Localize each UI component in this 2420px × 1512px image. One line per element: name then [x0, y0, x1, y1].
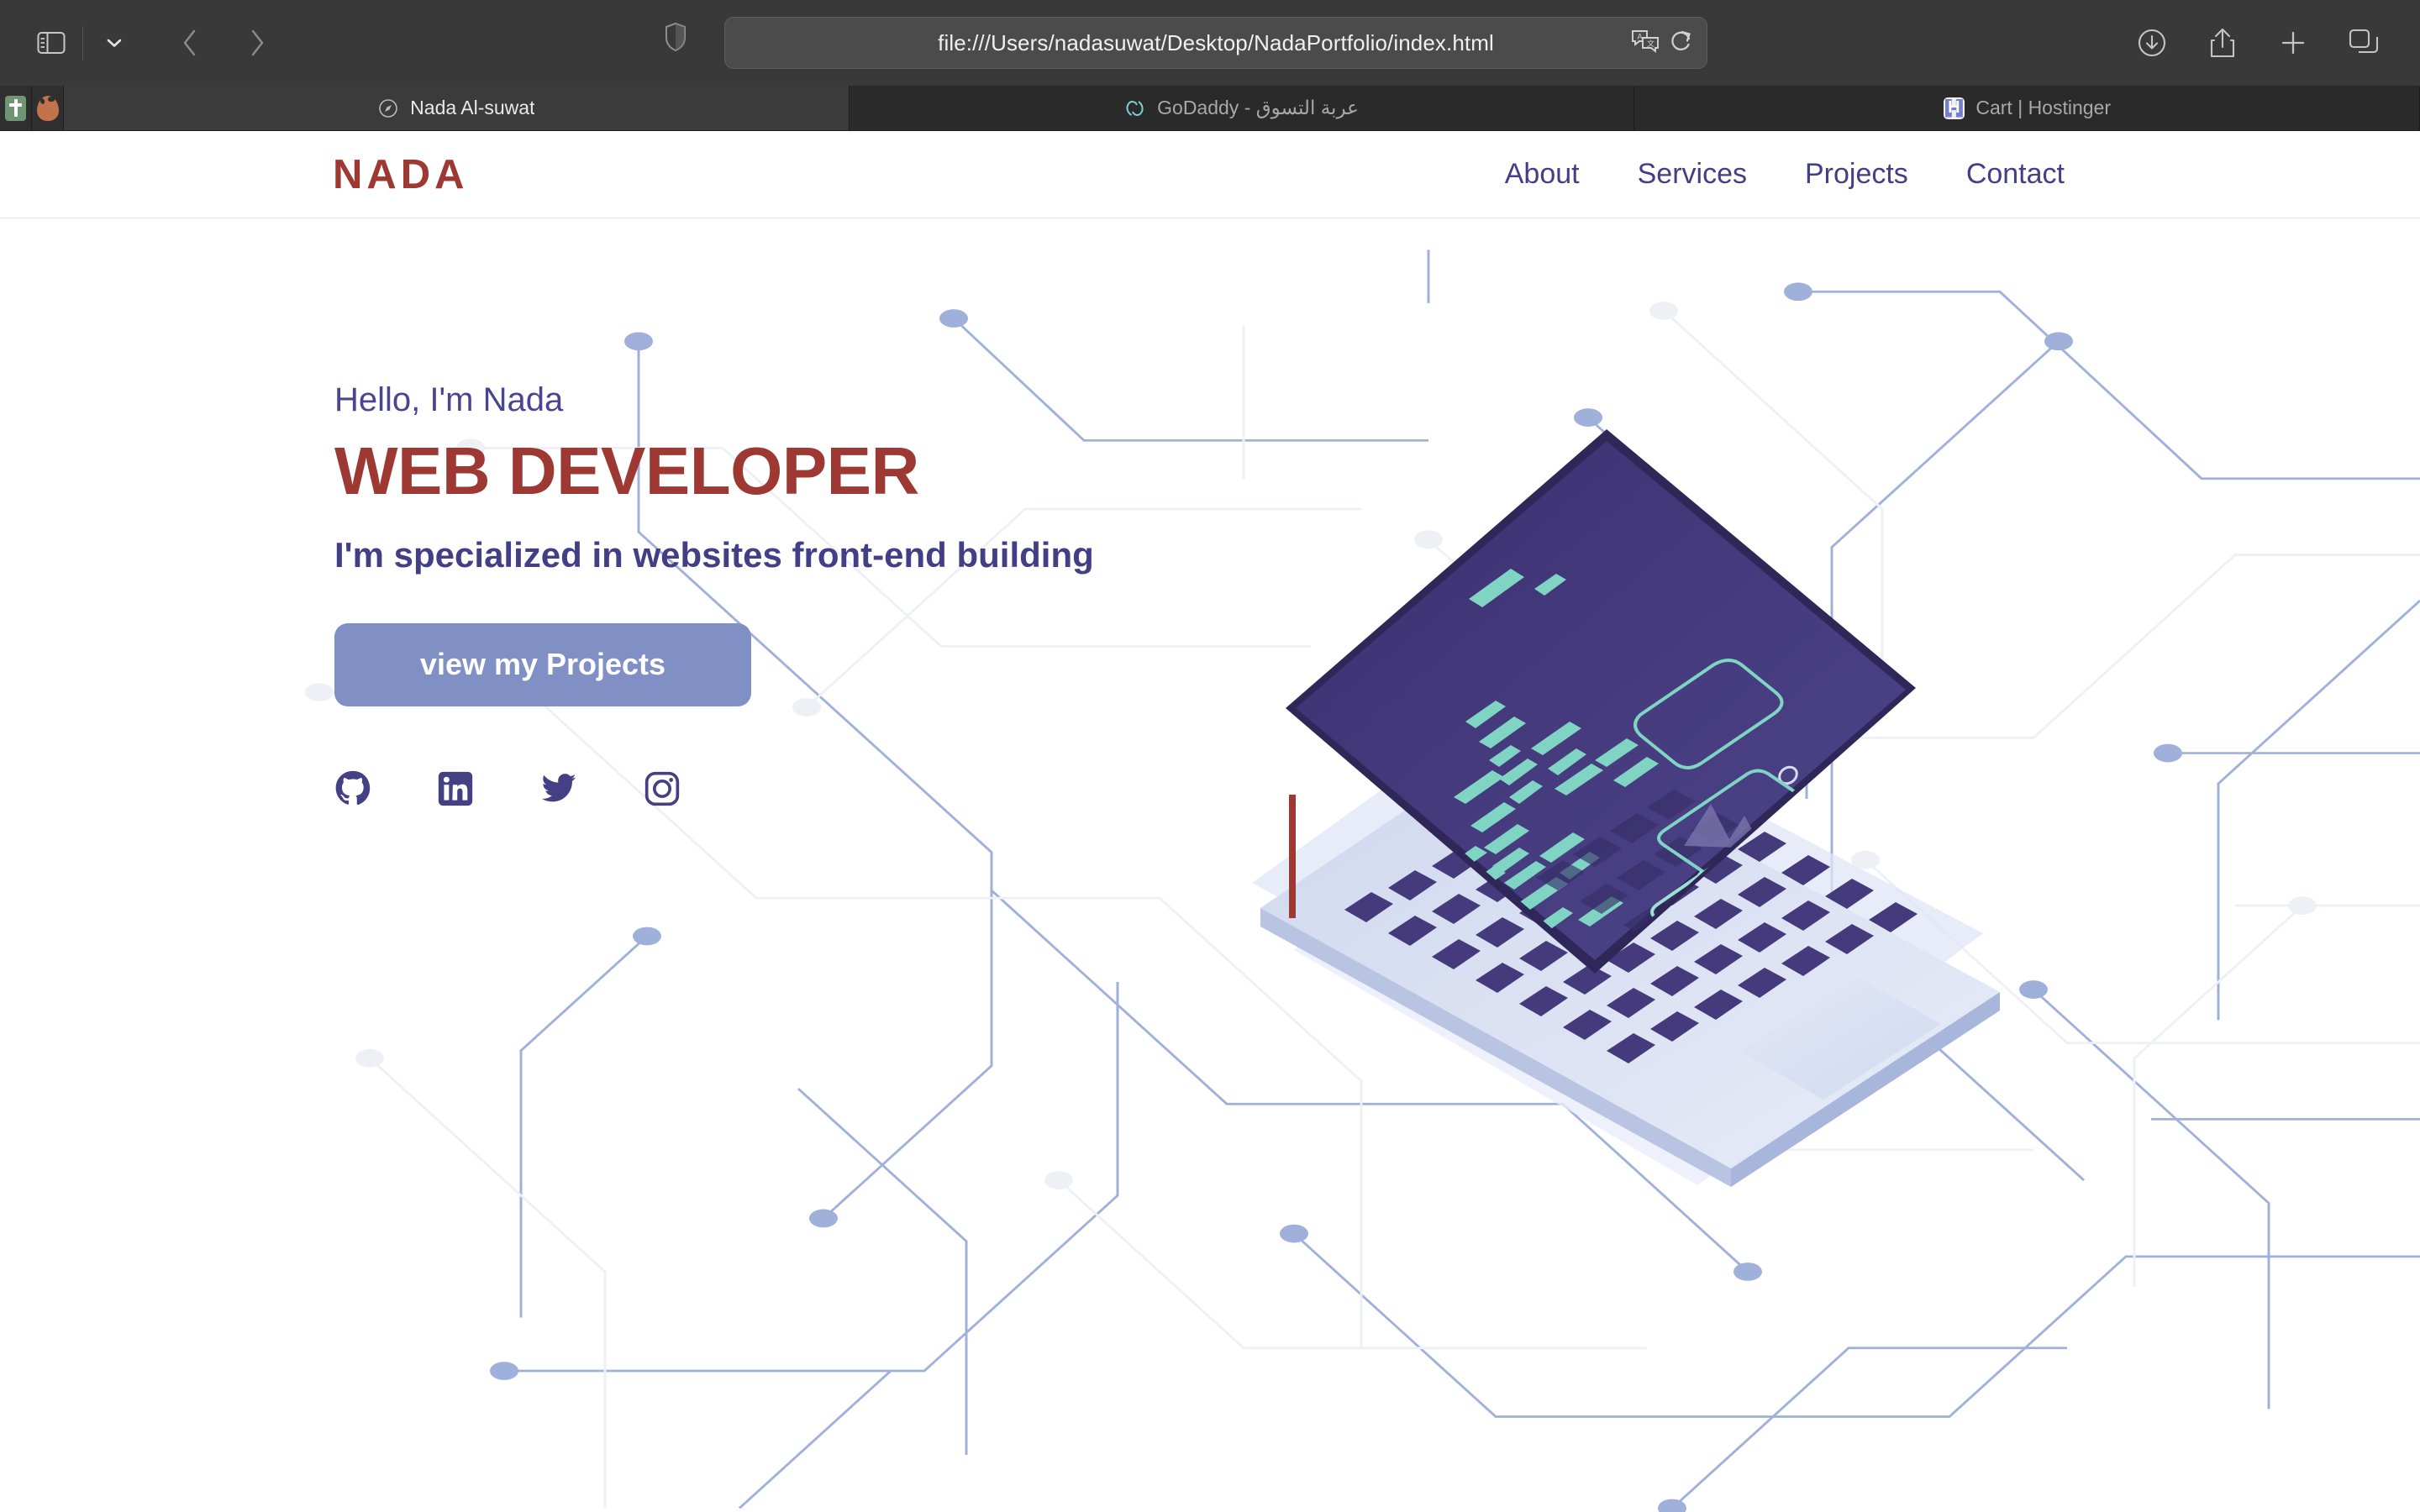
view-my-projects-button[interactable]: view my Projects	[334, 622, 751, 706]
nav-link-services[interactable]: Services	[1638, 158, 1747, 191]
hero-greeting: Hello, I'm Nada	[334, 381, 564, 418]
downloads-button[interactable]	[2126, 17, 2178, 69]
linkedin-icon[interactable]	[437, 770, 474, 807]
site-logo[interactable]: NADA	[333, 151, 469, 198]
share-button[interactable]	[2196, 17, 2249, 69]
typing-caret	[1289, 795, 1296, 918]
nav-link-about[interactable]: About	[1505, 158, 1580, 191]
site-navigation: About Services Projects Contact	[1505, 158, 2386, 191]
back-button[interactable]	[164, 17, 216, 69]
github-icon[interactable]	[334, 770, 371, 807]
sidebar-dropdown-button[interactable]	[88, 17, 140, 69]
tab-title: Nada Al-suwat	[410, 97, 535, 118]
hero-section: Hello, I'm Nada WEB DEVELOPER I'm specia…	[0, 219, 2420, 1512]
privacy-shield-icon[interactable]	[664, 22, 687, 56]
tab-overview-button[interactable]	[2338, 17, 2390, 69]
svg-text:文: 文	[1647, 39, 1655, 48]
tab-hostinger[interactable]: H Cart | Hostinger	[1634, 86, 2420, 130]
instagram-icon[interactable]	[644, 770, 681, 807]
godaddy-icon	[1124, 97, 1146, 119]
hostinger-icon: H	[1943, 97, 1965, 119]
svg-text:A: A	[1638, 32, 1643, 40]
tab-title: Cart | Hostinger	[1975, 97, 2111, 118]
forward-button[interactable]	[231, 17, 283, 69]
browser-window: file:///Users/nadasuwat/Desktop/NadaPort…	[0, 0, 2420, 1512]
hero-headline: WEB DEVELOPER	[334, 433, 919, 508]
hero-subhead: I'm specialized in websites front-end bu…	[334, 535, 1094, 575]
safari-compass-icon	[377, 97, 399, 119]
tab-nada-al-suwat[interactable]: Nada Al-suwat	[64, 86, 850, 130]
browser-toolbar: file:///Users/nadasuwat/Desktop/NadaPort…	[0, 0, 2420, 86]
laptop-illustration	[1244, 412, 2151, 1269]
page-content: NADA About Services Projects Contact Hel…	[0, 131, 2420, 1512]
hero-copy: Hello, I'm Nada WEB DEVELOPER I'm specia…	[334, 381, 1225, 807]
cross-icon	[5, 95, 26, 121]
tab-bar: Nada Al-suwat GoDaddy - عربة التسوق H Ca…	[0, 86, 2420, 131]
nav-link-contact[interactable]: Contact	[1966, 158, 2065, 191]
address-bar[interactable]: file:///Users/nadasuwat/Desktop/NadaPort…	[724, 17, 1707, 69]
nav-link-projects[interactable]: Projects	[1805, 158, 1908, 191]
site-header: NADA About Services Projects Contact	[0, 131, 2420, 218]
twitter-icon[interactable]	[539, 770, 578, 807]
sidebar-toggle-button[interactable]	[25, 17, 77, 69]
social-links	[334, 770, 1225, 807]
pinned-tab-1[interactable]	[0, 86, 32, 130]
flame-icon	[36, 95, 59, 121]
address-bar-url: file:///Users/nadasuwat/Desktop/NadaPort…	[938, 29, 1494, 55]
translate-icon[interactable]: A 文	[1631, 29, 1660, 58]
pinned-tab-2[interactable]	[32, 86, 64, 130]
reload-icon[interactable]	[1670, 29, 1693, 58]
new-tab-button[interactable]	[2267, 17, 2319, 69]
toolbar-divider	[82, 26, 83, 60]
tab-godaddy[interactable]: GoDaddy - عربة التسوق	[849, 86, 1635, 130]
tab-title: GoDaddy - عربة التسوق	[1157, 97, 1359, 118]
